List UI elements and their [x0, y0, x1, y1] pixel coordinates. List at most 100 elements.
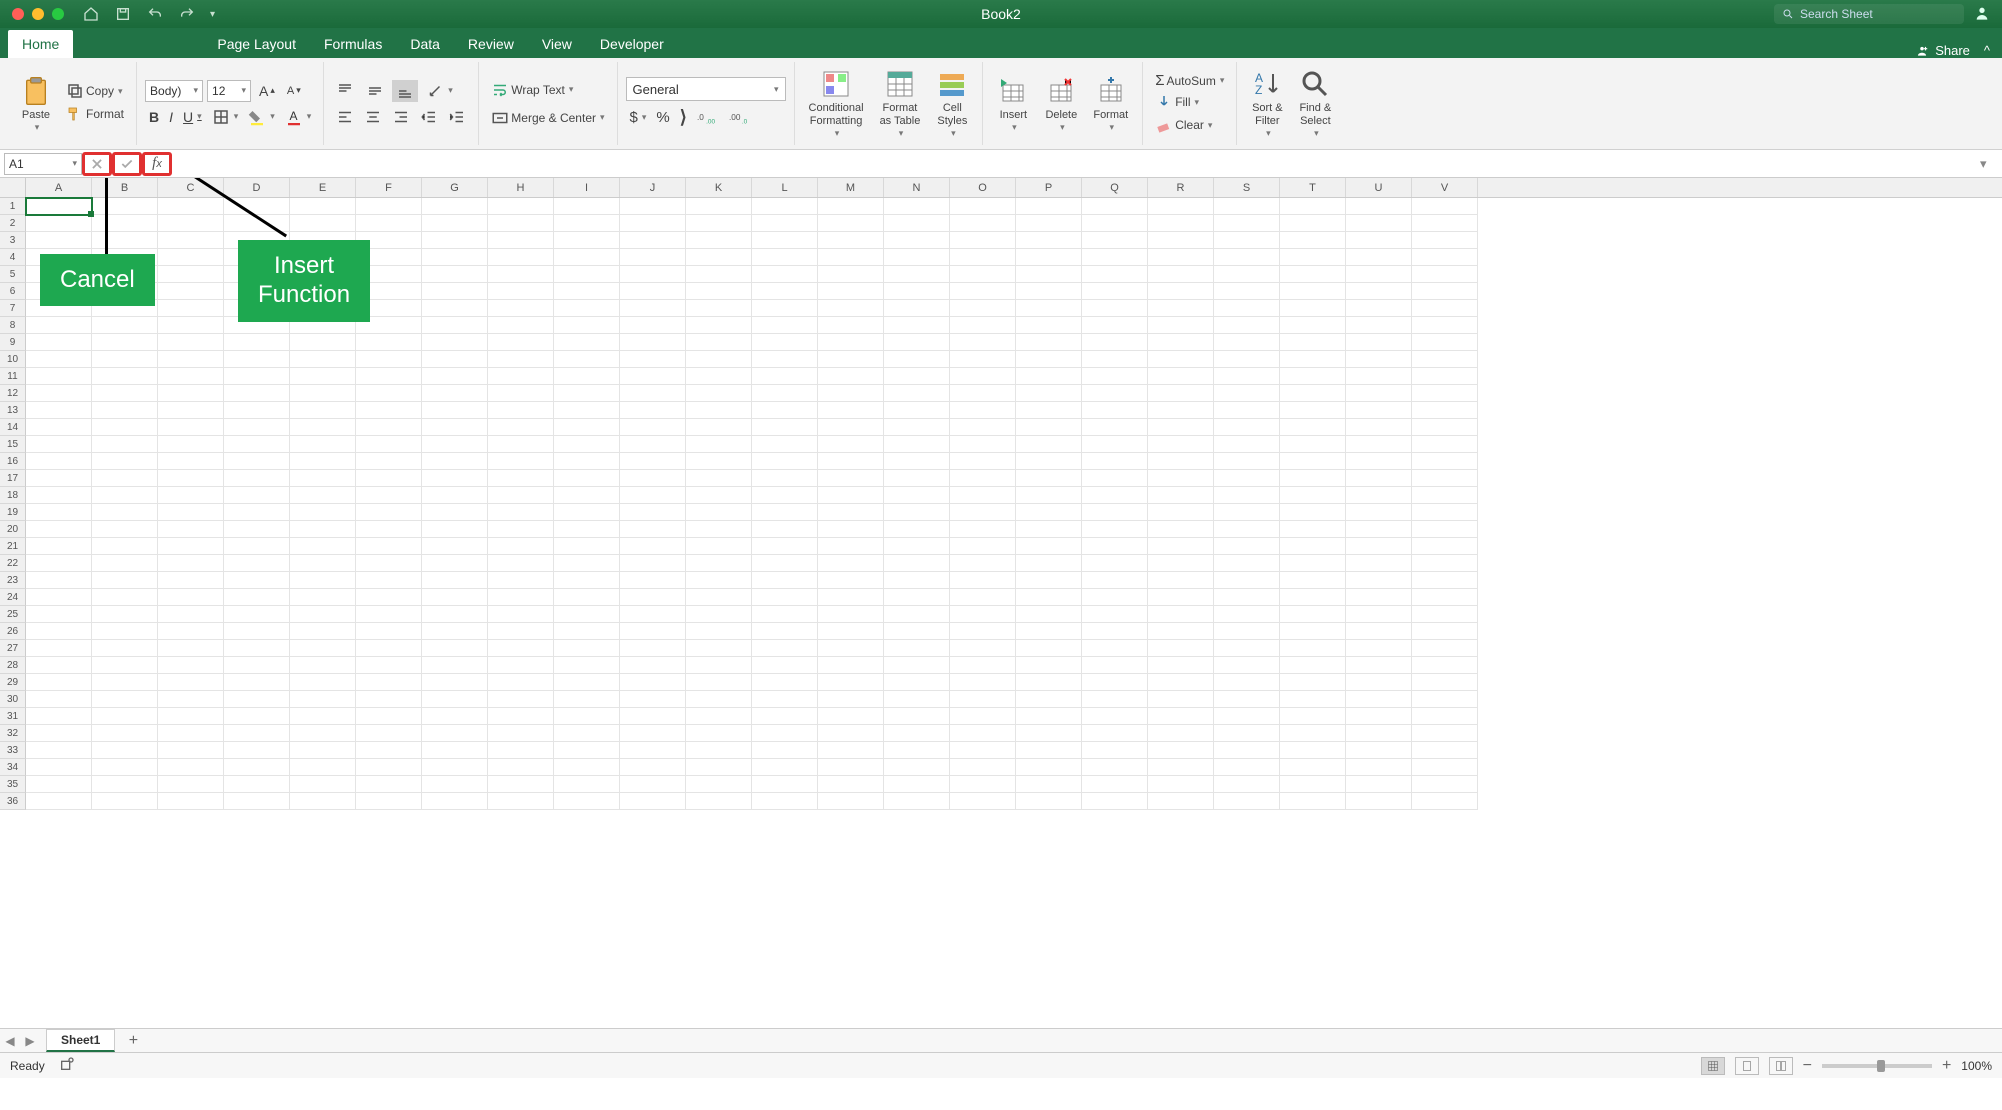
cell[interactable] [1214, 368, 1280, 385]
cell[interactable] [1016, 487, 1082, 504]
cell[interactable] [554, 402, 620, 419]
cell[interactable] [26, 657, 92, 674]
cell[interactable] [1412, 385, 1478, 402]
cell[interactable] [620, 657, 686, 674]
cell[interactable] [1082, 589, 1148, 606]
cell[interactable] [1082, 759, 1148, 776]
cell[interactable] [1082, 657, 1148, 674]
cell[interactable] [488, 334, 554, 351]
cell[interactable] [224, 589, 290, 606]
cell[interactable] [26, 385, 92, 402]
cell[interactable] [950, 402, 1016, 419]
cell[interactable] [290, 674, 356, 691]
cell[interactable] [1412, 623, 1478, 640]
cell[interactable] [158, 436, 224, 453]
cell[interactable] [884, 334, 950, 351]
cell[interactable] [1016, 623, 1082, 640]
sheet-nav-next[interactable]: ▶ [20, 1034, 40, 1048]
cell[interactable] [884, 266, 950, 283]
cell[interactable] [950, 691, 1016, 708]
cell[interactable] [752, 470, 818, 487]
row-header[interactable]: 14 [0, 419, 26, 436]
cell[interactable] [26, 470, 92, 487]
cell[interactable] [950, 470, 1016, 487]
cell[interactable] [1016, 708, 1082, 725]
cell[interactable] [752, 368, 818, 385]
cell[interactable] [1412, 266, 1478, 283]
cell[interactable] [752, 351, 818, 368]
cell[interactable] [1016, 504, 1082, 521]
cell[interactable] [686, 402, 752, 419]
cell[interactable] [620, 402, 686, 419]
cell[interactable] [356, 402, 422, 419]
cell[interactable] [818, 351, 884, 368]
cell[interactable] [158, 232, 224, 249]
row-header[interactable]: 15 [0, 436, 26, 453]
cell[interactable] [554, 572, 620, 589]
cell[interactable] [422, 436, 488, 453]
cell[interactable] [92, 453, 158, 470]
cell[interactable] [290, 589, 356, 606]
cell[interactable] [422, 759, 488, 776]
cell[interactable] [224, 776, 290, 793]
cell[interactable] [488, 623, 554, 640]
cell[interactable] [884, 691, 950, 708]
cell[interactable] [554, 317, 620, 334]
cell[interactable] [92, 215, 158, 232]
cell[interactable] [1346, 487, 1412, 504]
cell[interactable] [1016, 385, 1082, 402]
cell[interactable] [1082, 368, 1148, 385]
cell[interactable] [884, 742, 950, 759]
cell[interactable] [356, 487, 422, 504]
cell[interactable] [1148, 674, 1214, 691]
cell[interactable] [26, 232, 92, 249]
conditional-formatting-button[interactable]: Conditional Formatting [803, 66, 870, 140]
cell[interactable] [554, 351, 620, 368]
cell[interactable] [1148, 317, 1214, 334]
cell[interactable] [356, 759, 422, 776]
cell[interactable] [92, 623, 158, 640]
cell[interactable] [1082, 623, 1148, 640]
cell[interactable] [158, 300, 224, 317]
cell[interactable] [224, 385, 290, 402]
cell[interactable] [752, 725, 818, 742]
cell[interactable] [158, 674, 224, 691]
cell[interactable] [1346, 657, 1412, 674]
cell[interactable] [356, 776, 422, 793]
cell[interactable] [1280, 640, 1346, 657]
cell[interactable] [158, 402, 224, 419]
cell[interactable] [1346, 504, 1412, 521]
cell[interactable] [26, 623, 92, 640]
cell[interactable] [1016, 402, 1082, 419]
cell[interactable] [1148, 215, 1214, 232]
cell[interactable] [554, 215, 620, 232]
cell[interactable] [752, 538, 818, 555]
cell[interactable] [554, 674, 620, 691]
align-right-button[interactable] [388, 106, 414, 128]
cell[interactable] [1148, 606, 1214, 623]
cell[interactable] [752, 300, 818, 317]
cell[interactable] [1280, 521, 1346, 538]
cell[interactable] [356, 351, 422, 368]
cell[interactable] [950, 487, 1016, 504]
cell[interactable] [1346, 640, 1412, 657]
cell[interactable] [224, 708, 290, 725]
cell[interactable] [1346, 572, 1412, 589]
cell[interactable] [488, 368, 554, 385]
cell[interactable] [686, 487, 752, 504]
cell[interactable] [1280, 266, 1346, 283]
cell[interactable] [752, 215, 818, 232]
cell[interactable] [1346, 453, 1412, 470]
cell[interactable] [356, 742, 422, 759]
column-header[interactable]: H [488, 178, 554, 197]
row-header[interactable]: 26 [0, 623, 26, 640]
cell[interactable] [752, 623, 818, 640]
cell[interactable] [1148, 334, 1214, 351]
tab-home[interactable]: Home [8, 30, 73, 58]
cell[interactable] [26, 402, 92, 419]
cell[interactable] [356, 215, 422, 232]
cell[interactable] [422, 402, 488, 419]
cell[interactable] [1280, 283, 1346, 300]
cell[interactable] [422, 368, 488, 385]
cell[interactable] [1148, 351, 1214, 368]
